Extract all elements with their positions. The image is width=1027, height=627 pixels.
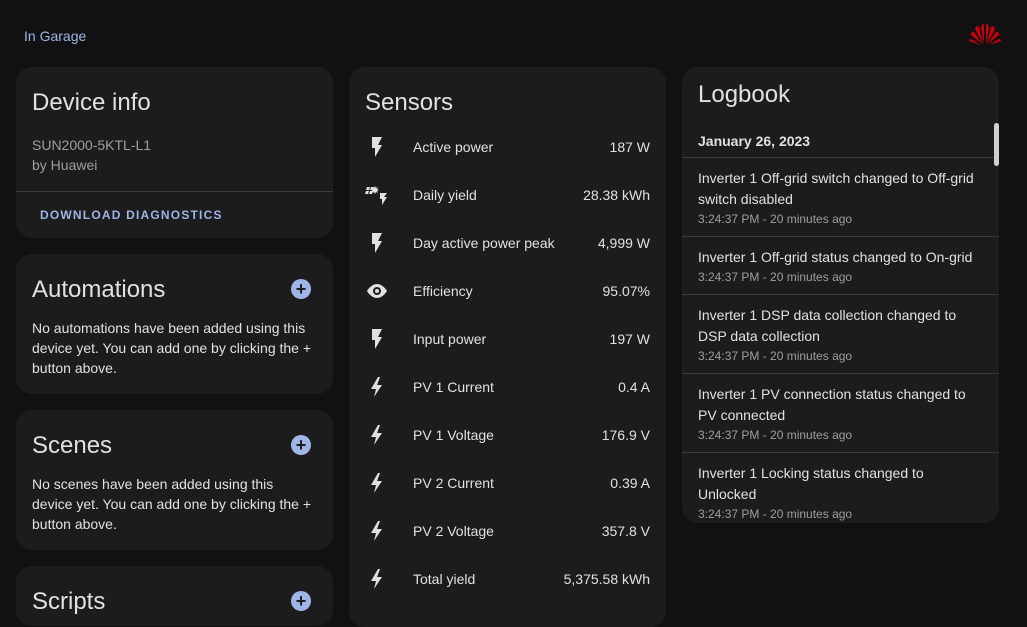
sensor-row[interactable]: Total yield 5,375.58 kWh xyxy=(349,555,666,603)
sensor-value: 176.9 V xyxy=(601,427,650,443)
sensor-list: Active power 187 W Daily yield 28.38 kWh… xyxy=(349,123,666,603)
download-diagnostics-button[interactable]: Download diagnostics xyxy=(40,208,223,222)
automations-title: Automations xyxy=(32,276,166,303)
plus-icon: + xyxy=(295,435,307,455)
flash-icon xyxy=(372,329,382,349)
add-automation-button[interactable]: + xyxy=(291,279,311,299)
sensor-row[interactable]: Efficiency 95.07% xyxy=(349,267,666,315)
logbook-entry[interactable]: Inverter 1 Locking status changed to Unl… xyxy=(682,453,999,523)
lightning-bolt-icon xyxy=(371,569,382,589)
sensor-row[interactable]: PV 2 Voltage 357.8 V xyxy=(349,507,666,555)
scripts-card: Scripts + xyxy=(16,566,333,626)
sensor-row[interactable]: PV 1 Voltage 176.9 V xyxy=(349,411,666,459)
lightning-bolt-icon xyxy=(371,521,382,541)
sensor-row[interactable]: Daily yield 28.38 kWh xyxy=(349,171,666,219)
lightning-bolt-icon xyxy=(371,425,382,445)
huawei-logo xyxy=(969,23,1001,45)
sensor-value: 28.38 kWh xyxy=(583,187,650,203)
device-info-card: Device info SUN2000-5KTL-L1 by Huawei Do… xyxy=(16,67,333,238)
divider xyxy=(16,191,333,192)
logbook-entry-time: 3:24:37 PM - 20 minutes ago xyxy=(698,428,853,442)
device-manufacturer: by Huawei xyxy=(32,157,98,173)
sensor-name: Daily yield xyxy=(413,187,477,203)
sensor-value: 0.39 A xyxy=(610,475,650,491)
logbook-entry-text: Inverter 1 PV connection status changed … xyxy=(698,386,966,423)
eye-icon xyxy=(367,284,387,298)
sensor-row[interactable]: Day active power peak 4,999 W xyxy=(349,219,666,267)
scripts-title: Scripts xyxy=(32,588,106,615)
flash-icon xyxy=(372,137,382,157)
logbook-entry-text: Inverter 1 Off-grid status changed to On… xyxy=(698,249,973,265)
sensor-name: Efficiency xyxy=(413,283,473,299)
sensor-name: PV 2 Voltage xyxy=(413,523,494,539)
sensor-value: 0.4 A xyxy=(618,379,650,395)
logbook-entry[interactable]: Inverter 1 PV connection status changed … xyxy=(682,374,999,453)
logbook-entry[interactable]: Inverter 1 Off-grid status changed to On… xyxy=(682,237,999,295)
sensor-name: Active power xyxy=(413,139,494,155)
sensor-value: 4,999 W xyxy=(597,235,650,251)
add-scene-button[interactable]: + xyxy=(291,435,311,455)
plus-icon: + xyxy=(295,279,307,299)
sensor-value: 95.07% xyxy=(602,283,650,299)
logbook-card: Logbook January 26, 2023 Inverter 1 Off-… xyxy=(682,67,999,523)
scenes-card: Scenes + No scenes have been added using… xyxy=(16,410,333,550)
logbook-entry-time: 3:24:37 PM - 20 minutes ago xyxy=(698,507,853,521)
solar-power-icon xyxy=(365,186,387,205)
scenes-title: Scenes xyxy=(32,432,113,459)
plus-icon: + xyxy=(295,591,307,611)
sensor-name: PV 1 Voltage xyxy=(413,427,494,443)
sensor-name: Total yield xyxy=(413,571,476,587)
sensor-value: 5,375.58 kWh xyxy=(563,571,650,587)
sensors-title: Sensors xyxy=(365,89,454,116)
sensor-name: Input power xyxy=(413,331,487,347)
logbook-entry-text: Inverter 1 Locking status changed to Unl… xyxy=(698,465,924,502)
lightning-bolt-icon xyxy=(371,473,382,493)
sensor-name: PV 2 Current xyxy=(413,475,494,491)
sensor-value: 197 W xyxy=(609,331,650,347)
sensor-row[interactable]: Active power 187 W xyxy=(349,123,666,171)
sensor-row[interactable]: PV 1 Current 0.4 A xyxy=(349,363,666,411)
lightning-bolt-icon xyxy=(371,377,382,397)
logbook-entry[interactable]: Inverter 1 Off-grid switch changed to Of… xyxy=(682,158,999,237)
logbook-entry-text: Inverter 1 Off-grid switch changed to Of… xyxy=(698,170,974,207)
logbook-entry-time: 3:24:37 PM - 20 minutes ago xyxy=(698,212,853,226)
device-model: SUN2000-5KTL-L1 xyxy=(32,137,152,153)
sensor-name: Day active power peak xyxy=(413,235,555,251)
logbook-entry[interactable]: Inverter 1 DSP data collection changed t… xyxy=(682,295,999,374)
logbook-list: Inverter 1 Off-grid switch changed to Of… xyxy=(682,158,999,523)
automations-description: No automations have been added using thi… xyxy=(32,320,312,376)
logbook-entry-time: 3:24:37 PM - 20 minutes ago xyxy=(698,270,853,284)
add-script-button[interactable]: + xyxy=(291,591,311,611)
logbook-date: January 26, 2023 xyxy=(698,133,811,149)
automations-card: Automations + No automations have been a… xyxy=(16,254,333,394)
logbook-title: Logbook xyxy=(698,81,791,108)
sensors-card: Sensors Active power 187 W Daily yield 2… xyxy=(349,67,666,627)
logbook-entry-time: 3:24:37 PM - 20 minutes ago xyxy=(698,349,853,363)
sensor-value: 357.8 V xyxy=(601,523,650,539)
logbook-entry-text: Inverter 1 DSP data collection changed t… xyxy=(698,307,957,344)
sensor-row[interactable]: Input power 197 W xyxy=(349,315,666,363)
scenes-description: No scenes have been added using this dev… xyxy=(32,476,312,532)
breadcrumb[interactable]: In Garage xyxy=(24,28,86,44)
sensor-value: 187 W xyxy=(609,139,650,155)
logbook-scrollbar[interactable] xyxy=(994,123,999,166)
flash-icon xyxy=(372,233,382,253)
device-info-title: Device info xyxy=(32,89,151,116)
sensor-name: PV 1 Current xyxy=(413,379,494,395)
sensor-row[interactable]: PV 2 Current 0.39 A xyxy=(349,459,666,507)
